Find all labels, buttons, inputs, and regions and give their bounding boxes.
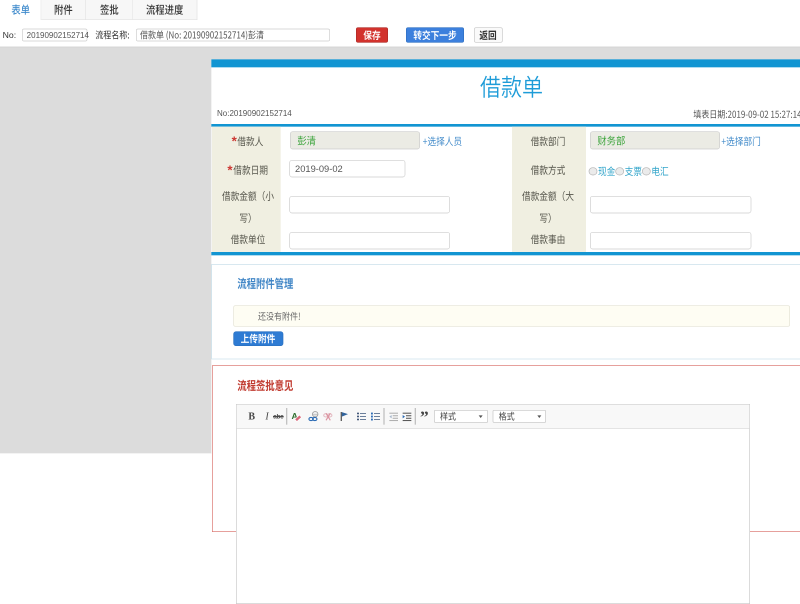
svg-text:B: B [248,411,255,422]
svg-text:”: ” [420,408,429,427]
svg-text:I: I [264,411,269,422]
svg-text:abc: abc [273,414,284,421]
